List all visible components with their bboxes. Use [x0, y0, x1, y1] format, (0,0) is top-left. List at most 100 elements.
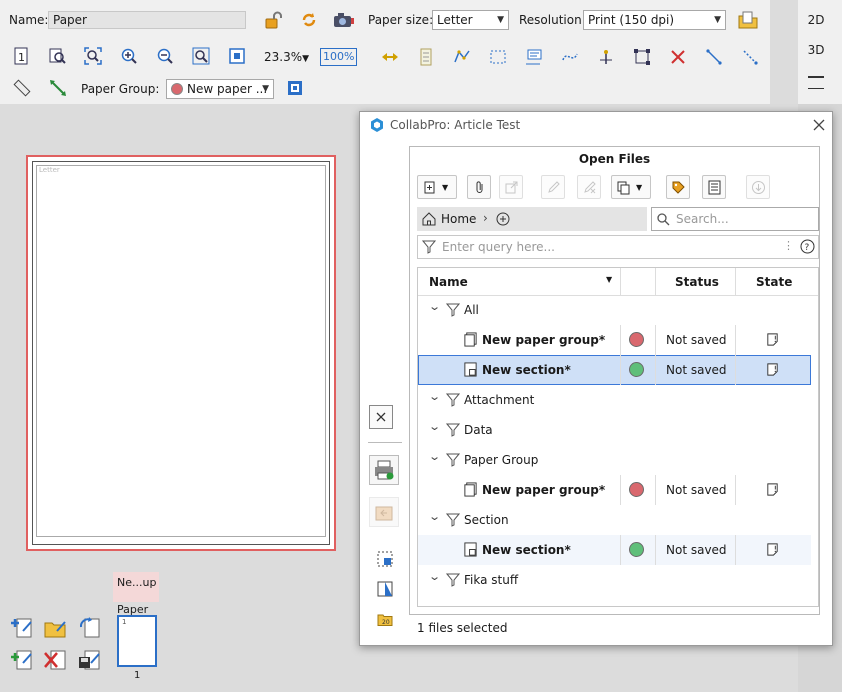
- comment-icon[interactable]: [524, 47, 544, 67]
- group-row[interactable]: ⌄ Paper Group: [418, 445, 818, 475]
- add-circle-icon[interactable]: [495, 211, 511, 227]
- close-panel-button[interactable]: [369, 405, 393, 429]
- list-icon: [708, 180, 720, 194]
- camera-icon[interactable]: [332, 10, 356, 30]
- divider: [368, 442, 402, 443]
- chevron-down-icon[interactable]: ⌄: [428, 420, 441, 433]
- column-name[interactable]: Name: [429, 275, 468, 289]
- line-tool-icon[interactable]: [704, 47, 724, 67]
- group-row[interactable]: ⌄ Data: [418, 415, 818, 445]
- breadcrumb-home[interactable]: Home: [441, 212, 476, 226]
- chevron-down-icon[interactable]: ⌄: [428, 300, 441, 313]
- chevron-down-icon[interactable]: ⌄: [428, 390, 441, 403]
- export-button[interactable]: [369, 497, 399, 527]
- page-actions: [8, 614, 110, 672]
- columns-icon[interactable]: [416, 47, 436, 67]
- transform-icon[interactable]: [632, 47, 652, 67]
- frame-icon[interactable]: [227, 46, 247, 66]
- remove-page-icon[interactable]: [42, 646, 70, 672]
- paper-group-select[interactable]: New paper ... ▼: [166, 79, 274, 99]
- split-view-icon[interactable]: [377, 581, 393, 597]
- filter-icon: [445, 423, 461, 440]
- node-icon[interactable]: [596, 47, 616, 67]
- table-row[interactable]: New section* Not saved: [418, 535, 811, 565]
- add-page-icon[interactable]: [8, 614, 36, 640]
- open-page-icon[interactable]: [42, 614, 70, 640]
- chevron-down-icon[interactable]: ⌄: [428, 510, 441, 523]
- page-one-icon[interactable]: 1: [11, 46, 31, 66]
- column-state[interactable]: State: [756, 275, 792, 289]
- group-row[interactable]: ⌄ All: [418, 295, 818, 325]
- zoom-level-select[interactable]: 23.3%▼: [264, 50, 309, 64]
- state-note-icon[interactable]: [765, 542, 780, 560]
- column-divider: [620, 325, 621, 355]
- column-divider: [655, 535, 656, 565]
- print-button[interactable]: [369, 455, 399, 485]
- measure-icon[interactable]: [48, 78, 68, 98]
- state-note-icon[interactable]: [765, 332, 780, 350]
- resize-horizontal-icon[interactable]: [380, 47, 400, 67]
- help-icon[interactable]: ?: [800, 239, 815, 254]
- mode-2d-button[interactable]: 2D: [798, 8, 834, 32]
- edit-button[interactable]: [541, 175, 565, 199]
- chevron-down-icon[interactable]: ⌄: [428, 570, 441, 583]
- download-button[interactable]: [746, 175, 770, 199]
- query-input[interactable]: Enter query here... ⋮ ?: [417, 235, 819, 259]
- tag-button[interactable]: [666, 175, 690, 199]
- lock-icon[interactable]: [263, 10, 283, 30]
- name-field[interactable]: Paper: [48, 11, 246, 29]
- sort-down-icon[interactable]: ▼: [606, 275, 612, 284]
- zoom-page-icon[interactable]: [47, 46, 67, 66]
- chevron-down-icon[interactable]: ⌄: [428, 450, 441, 463]
- select-area-icon[interactable]: [377, 551, 393, 567]
- zoom-selection-icon[interactable]: [191, 46, 211, 66]
- layout-icon[interactable]: [808, 76, 824, 89]
- polyline-icon[interactable]: [452, 47, 472, 67]
- state-note-icon[interactable]: [765, 362, 780, 380]
- paper-thumbnail[interactable]: 1: [117, 615, 157, 667]
- zoom-in-icon[interactable]: [119, 46, 139, 66]
- dashed-line-icon[interactable]: [740, 47, 760, 67]
- table-row[interactable]: New paper group* Not saved: [418, 325, 811, 355]
- window-switch-icon[interactable]: [285, 78, 305, 98]
- attach-button[interactable]: [467, 175, 491, 199]
- group-row[interactable]: ⌄ Attachment: [418, 385, 818, 415]
- zoom-out-icon[interactable]: [155, 46, 175, 66]
- mode-3d-button[interactable]: 3D: [798, 38, 834, 62]
- paper-size-select[interactable]: Letter ▼: [432, 10, 509, 30]
- list-button[interactable]: [702, 175, 726, 199]
- close-icon[interactable]: [810, 116, 828, 134]
- state-note-icon[interactable]: [765, 482, 780, 500]
- save-page-icon[interactable]: [76, 646, 104, 672]
- page-margin-frame: [36, 165, 326, 537]
- group-row[interactable]: ⌄ Fika stuff: [418, 565, 818, 595]
- column-divider: [655, 325, 656, 355]
- copy-button[interactable]: ▼: [611, 175, 651, 199]
- table-row[interactable]: New paper group* Not saved: [418, 475, 811, 505]
- more-icon[interactable]: ⋮: [783, 239, 794, 252]
- curve-icon[interactable]: [560, 47, 580, 67]
- new-file-button[interactable]: ▼: [417, 175, 457, 199]
- resolution-select[interactable]: Print (150 dpi) ▼: [583, 10, 726, 30]
- collabpro-logo-icon: [369, 117, 385, 133]
- add-green-icon[interactable]: [8, 646, 36, 672]
- open-external-button[interactable]: [499, 175, 523, 199]
- refresh-icon[interactable]: [299, 10, 319, 30]
- table-row[interactable]: New section* Not saved: [418, 355, 811, 385]
- paperclip-icon: [476, 180, 482, 193]
- folder-icon[interactable]: 20: [377, 611, 393, 627]
- zoom-fit-icon[interactable]: [83, 46, 103, 66]
- ruler-icon[interactable]: [12, 78, 32, 98]
- paper-page[interactable]: Letter: [26, 155, 336, 551]
- folder-paper-icon[interactable]: [736, 9, 760, 31]
- delete-icon[interactable]: [668, 47, 688, 67]
- zoom-100-button[interactable]: 100%: [320, 48, 358, 66]
- search-input[interactable]: Search...: [651, 207, 819, 231]
- column-status[interactable]: Status: [675, 275, 719, 289]
- select-rect-icon[interactable]: [488, 47, 508, 67]
- column-divider: [620, 535, 621, 565]
- remove-edit-button[interactable]: [577, 175, 601, 199]
- group-tab[interactable]: Ne...up: [113, 572, 159, 602]
- rotate-page-icon[interactable]: [76, 614, 104, 640]
- group-row[interactable]: ⌄ Section: [418, 505, 818, 535]
